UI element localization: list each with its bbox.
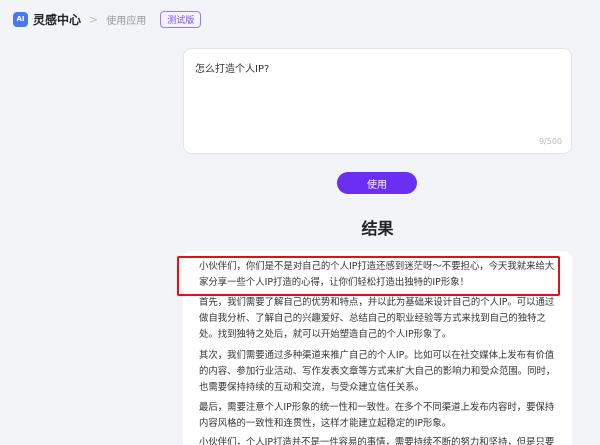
breadcrumb-use-app[interactable]: 使用应用 [106, 12, 146, 27]
breadcrumb-separator-icon: > [89, 12, 99, 26]
result-paragraph-2: 首先，我们需要了解自己的优势和特点，并以此为基础来设计自己的个人IP。可以通过 … [199, 297, 555, 340]
char-counter: 9/500 [538, 137, 562, 146]
prompt-input[interactable]: 怎么打造个人IP? 9/500 [183, 48, 572, 154]
result-title: 结果 [361, 219, 394, 238]
use-button[interactable]: 使用 [337, 172, 417, 194]
top-bar: AI 灵感中心 > 使用应用 测试版 [0, 0, 600, 38]
prompt-input-text[interactable]: 怎么打造个人IP? [195, 60, 269, 75]
brand-title[interactable]: 灵感中心 [33, 11, 81, 28]
beta-badge: 测试版 [160, 10, 202, 28]
result-paragraph-4: 最后，需要注意个人IP形象的统一性和一致性。在多个不同渠道上发布内容时，要保持 … [199, 402, 555, 429]
result-card: 小伙伴们，你们是不是对自己的个人IP打造还感到迷茫呀～不要担心，今天我就来给大 … [183, 251, 572, 445]
result-paragraph-1: 小伙伴们，你们是不是对自己的个人IP打造还感到迷茫呀～不要担心，今天我就来给大 … [199, 261, 555, 288]
result-paragraph-3: 其次，我们需要通过多种渠道来推广自己的个人IP。比如可以在社交媒体上发布有价值 … [199, 350, 556, 393]
result-paragraph-5: 小伙伴们，个人IP打造并不是一件容易的事情，需要持续不断的努力和坚持，但是只要 [199, 437, 555, 445]
ai-logo-icon: AI [13, 11, 28, 27]
